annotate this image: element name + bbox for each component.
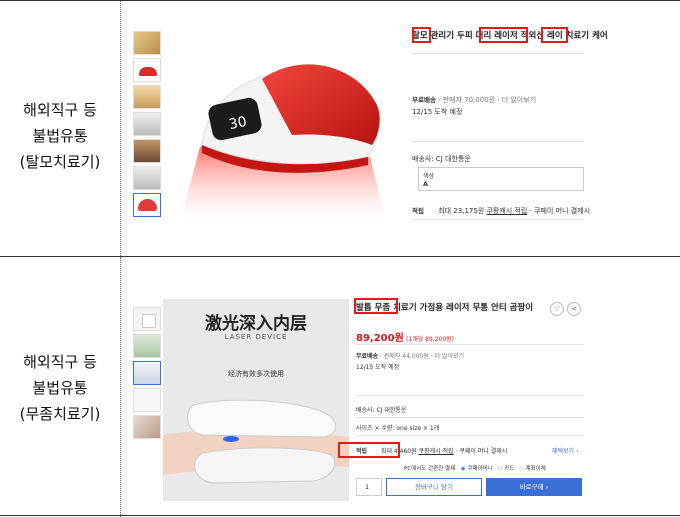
quantity-stepper[interactable]: 1 xyxy=(356,478,382,496)
label-line: 불법유통 xyxy=(32,379,88,397)
shipping-note: · 판매자 70,000원 · 더 알아보기 xyxy=(438,96,537,104)
option-select[interactable]: 색상 A xyxy=(418,167,584,191)
benefit-link[interactable]: 혜택보기 › xyxy=(552,446,578,455)
buy-now-button[interactable]: 바로구매 › xyxy=(486,478,582,496)
pay-option: 카드 xyxy=(504,466,515,472)
divider xyxy=(356,435,584,436)
heart-icon[interactable]: ♡ xyxy=(550,302,564,316)
price-info: 89,200원 (1개당 89,200원) xyxy=(356,329,454,344)
image-headline: 激光深入内层 xyxy=(205,314,307,334)
label-line: 해외직구 등 xyxy=(23,353,97,371)
shipping-info: 무료배송 · 판매자 44,000원 · 더 알아보기 12/15 도착 예정 xyxy=(356,351,464,371)
highlight-box xyxy=(479,27,528,43)
shipping-label: 무료배송 xyxy=(412,96,436,104)
label-line: 불법유통 xyxy=(32,127,88,145)
shipping-note: · 판매자 44,000원 · 더 알아보기 xyxy=(380,353,465,360)
add-to-cart-button[interactable]: 장바구니 담기 xyxy=(386,478,482,496)
arrival-date: 12/15 도착 예정 xyxy=(356,364,400,371)
column-divider xyxy=(120,257,121,517)
label-line: (무좀치료기) xyxy=(19,405,101,423)
points-tail: · 쿠페이 머니 결제시 xyxy=(529,207,591,215)
price-note: (1개당 89,200원) xyxy=(406,336,454,343)
thumbnail[interactable] xyxy=(133,166,161,190)
share-icon[interactable]: < xyxy=(567,302,581,316)
points-info: 적립 최대 23,175원 쿠팡캐시 적립 · 쿠페이 머니 결제시 xyxy=(412,205,590,216)
thumbnail-list xyxy=(133,307,163,442)
thumbnail-list xyxy=(133,31,163,220)
divider xyxy=(412,53,584,54)
arrival-date: 12/15 도착 예정 xyxy=(412,108,463,116)
price: 89,200원 xyxy=(356,333,404,344)
divider xyxy=(412,219,584,220)
image-caption: 经济有效多次使用 xyxy=(228,370,284,378)
shipping-label: 무료배송 xyxy=(356,353,379,360)
thumbnail[interactable] xyxy=(133,112,161,136)
label-line: (탈모치료기) xyxy=(19,153,101,171)
size-line: 사이즈 × 수량: one size × 1개 xyxy=(356,425,440,432)
seller-info: 배송사: CJ 대한통운 xyxy=(412,155,471,163)
highlight-box xyxy=(412,27,431,43)
thumbnail[interactable] xyxy=(133,85,161,109)
divider xyxy=(356,344,584,345)
thumbnail[interactable] xyxy=(133,58,161,82)
thumbnail-selected[interactable] xyxy=(133,361,161,385)
row-hair-loss: 해외직구 등 불법유통 (탈모치료기) 30 탈모 관리기 두피 머리 레이저 … xyxy=(0,1,680,257)
pay-option: 계좌이체 xyxy=(525,466,546,472)
quantity-value: 1 xyxy=(365,483,370,491)
option-value: A xyxy=(423,180,429,188)
image-sub: LASER DEVICE xyxy=(224,333,288,341)
column-divider xyxy=(120,1,121,256)
pay-radio-icon[interactable]: ○ xyxy=(498,466,503,472)
thumbnail[interactable] xyxy=(133,388,161,412)
pay-line: PC에서도 간편한 결제 xyxy=(404,466,456,472)
divider xyxy=(356,417,584,418)
points-label: 적립 xyxy=(412,207,424,215)
thumbnail-selected[interactable] xyxy=(133,193,161,217)
highlight-box xyxy=(541,27,568,43)
thumbnail[interactable] xyxy=(133,307,161,331)
points-link[interactable]: 쿠팡캐시 적립 xyxy=(486,207,527,215)
pay-radio-icon[interactable]: ○ xyxy=(519,466,524,472)
shipping-info: 무료배송 · 판매자 70,000원 · 더 알아보기 12/15 도착 예정 xyxy=(412,94,536,117)
points-text: 최대 23,175원 xyxy=(438,207,485,215)
pay-option: 쿠페이머니 xyxy=(467,466,493,472)
pay-radio-icon[interactable]: ◉ xyxy=(461,466,466,472)
label-line: 해외직구 등 xyxy=(23,101,97,119)
thumbnail[interactable] xyxy=(133,31,161,55)
option-label: 색상 xyxy=(423,173,435,180)
points-tail: · 쿠페이 머니 결제시 xyxy=(455,448,508,455)
thumbnail[interactable] xyxy=(133,139,161,163)
seller-info: 배송사: CJ 대한통운 xyxy=(356,407,407,414)
points-link[interactable]: 쿠팡캐시 적립 xyxy=(419,448,454,455)
thumbnail[interactable] xyxy=(133,415,161,439)
divider xyxy=(412,141,584,142)
row-label: 해외직구 등 불법유통 (탈모치료기) xyxy=(0,97,120,175)
comparison-table: 해외직구 등 불법유통 (탈모치료기) 30 탈모 관리기 두피 머리 레이저 … xyxy=(0,0,680,517)
product-image-laser-helmet: 30 xyxy=(172,27,390,221)
divider xyxy=(356,395,584,396)
product-image-laser-clip: 激光深入内层 LASER DEVICE 经济有效多次使用 xyxy=(163,299,349,501)
highlight-box xyxy=(338,442,400,458)
row-label: 해외직구 등 불법유통 (무좀치료기) xyxy=(0,349,120,427)
highlight-box xyxy=(354,298,398,314)
pay-methods: PC에서도 간편한 결제 ◉ 쿠페이머니 ○ 카드 ○ 계좌이체 xyxy=(404,464,546,472)
thumbnail[interactable] xyxy=(133,334,161,358)
